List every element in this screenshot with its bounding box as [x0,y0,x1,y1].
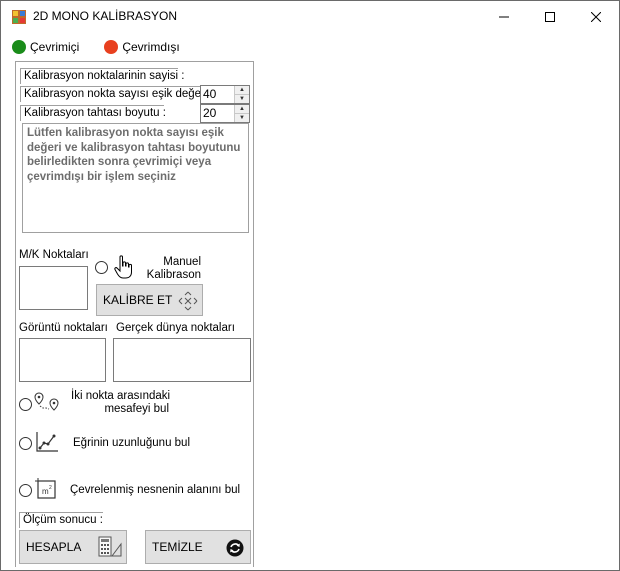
distance-radio[interactable] [19,398,32,411]
world-points-box[interactable] [113,338,251,382]
clear-button[interactable]: TEMİZLE [145,530,251,564]
board-size-down-button[interactable]: ▼ [235,114,249,122]
calculator-ruler-icon [98,536,122,557]
mk-points-box[interactable] [19,266,88,310]
board-size-value[interactable]: 20 [203,106,216,120]
threshold-stepper-buttons: ▲ ▼ [234,86,249,103]
app-icon [12,10,26,24]
calibration-points-count-label: Kalibrasyon noktalarinin sayisi : [20,68,184,84]
close-icon [591,12,601,22]
distance-option-label: İki nokta arasındaki mesafeyi bul [71,390,171,416]
refresh-icon [226,539,244,557]
calibrate-button[interactable]: KALİBRE ET [96,284,203,316]
connection-status-row: Çevrimiçi Çevrimdışı [12,39,205,55]
maximize-button[interactable] [527,1,573,33]
maximize-icon [545,12,555,22]
distance-option-line2: mesafeyi bul [104,403,169,415]
board-size-label: Kalibrasyon tahtası boyutu : [20,105,166,121]
enclosed-area-label: Çevrelenmiş nesnenin alanını bul [70,484,241,496]
image-points-label: Görüntü noktaları [19,322,108,334]
app-window: 2D MONO KALİBRASYON Çevrimiçi Çevrimdışı… [0,0,620,571]
clear-button-label: TEMİZLE [152,540,203,554]
threshold-down-button[interactable]: ▼ [235,95,249,103]
threshold-value[interactable]: 40 [203,87,216,101]
calibrate-button-label: KALİBRE ET [103,293,173,307]
enclosed-area-radio[interactable] [19,484,32,497]
info-textbox[interactable]: Lütfen kalibrasyon nokta sayısı eşik değ… [22,123,249,233]
manual-calibration-line2: Kalibrason [146,269,201,281]
threshold-up-button[interactable]: ▲ [235,86,249,95]
board-size-stepper-buttons: ▲ ▼ [234,105,249,122]
online-label[interactable]: Çevrimiçi [30,40,79,54]
window-title: 2D MONO KALİBRASYON [33,9,178,23]
move-arrows-icon [178,291,198,311]
mk-points-label: M/K Noktaları [19,249,89,261]
offline-indicator[interactable] [104,40,119,54]
calculate-button-label: HESAPLA [26,540,82,554]
minimize-icon [499,16,509,18]
svg-text:m: m [42,487,49,496]
manual-calibration-line1: Manuel [163,256,201,268]
minimize-button[interactable] [481,1,527,33]
curve-length-radio[interactable] [19,437,32,450]
title-bar: 2D MONO KALİBRASYON [1,1,619,33]
offline-label[interactable]: Çevrimdışı [122,40,179,54]
board-size-stepper[interactable]: 20 ▲ ▼ [200,104,250,123]
threshold-stepper[interactable]: 40 ▲ ▼ [200,85,250,104]
calculate-button[interactable]: HESAPLA [19,530,127,564]
hand-cursor-icon [114,255,132,279]
curve-length-label: Eğrinin uzunluğunu bul [73,437,191,449]
online-indicator[interactable] [12,40,26,54]
close-button[interactable] [573,1,619,33]
area-m2-icon: m 2 [35,478,56,499]
manual-calibration-radio[interactable] [95,261,108,274]
image-points-box[interactable] [19,338,106,382]
result-label: Ölçüm sonucu : [19,512,103,528]
distance-pins-icon [34,392,59,411]
board-size-up-button[interactable]: ▲ [235,105,249,114]
world-points-label: Gerçek dünya noktaları [116,322,235,334]
svg-text:2: 2 [49,485,52,491]
distance-option-line1: İki nokta arasındaki [71,390,171,402]
threshold-label: Kalibrasyon nokta sayısı eşik değeri : [20,86,214,102]
manual-calibration-label: Manuel Kalibrason [141,256,201,282]
curve-graph-icon [36,432,58,452]
